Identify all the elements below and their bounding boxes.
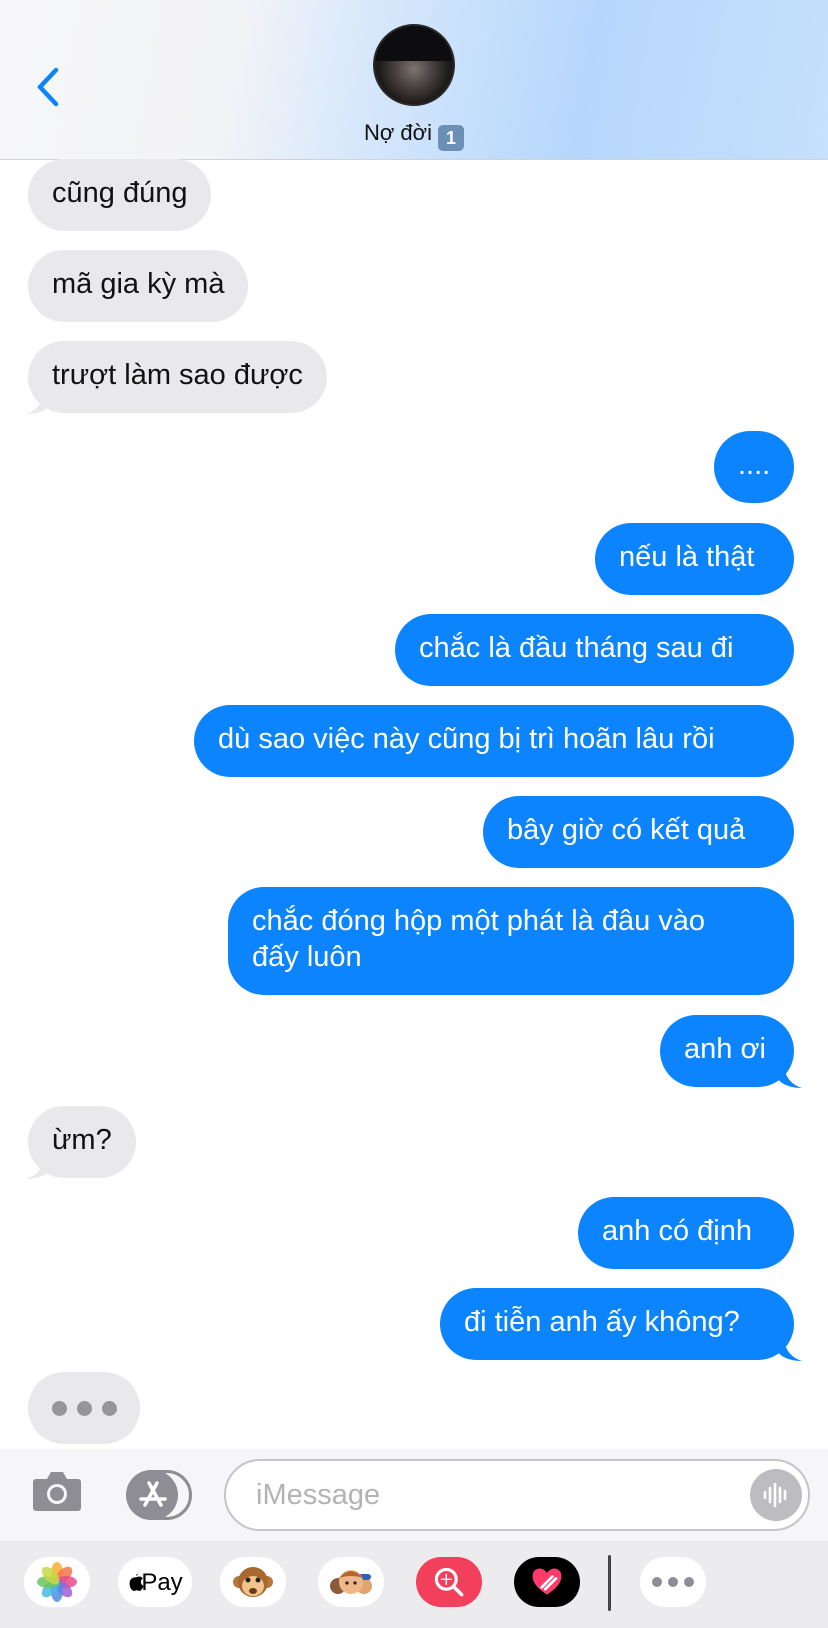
message-bubble-incoming[interactable]: trượt làm sao được [28, 341, 327, 413]
message-text: anh ơi [684, 1033, 766, 1065]
audio-waveform-icon [763, 1482, 787, 1508]
message-text: trượt làm sao được [52, 359, 303, 391]
message-input[interactable]: iMessage [224, 1459, 810, 1531]
compose-bar: iMessage [0, 1449, 828, 1541]
photos-icon [37, 1562, 77, 1602]
more-apps-button[interactable] [640, 1557, 706, 1607]
apple-pay-app-button[interactable]: Pay [118, 1557, 192, 1607]
photos-app-button[interactable] [24, 1557, 90, 1607]
chevron-left-icon [37, 67, 59, 107]
apple-pay-label: Pay [141, 1569, 183, 1596]
bubble-tail-outgoing [778, 1063, 802, 1088]
message-bubble-incoming[interactable]: mã gia kỳ mà [28, 250, 249, 322]
bubble-tail-incoming [26, 1154, 50, 1179]
message-bubble-outgoing[interactable]: .... [714, 431, 794, 503]
message-text: đi tiễn anh ấy không? [464, 1306, 740, 1338]
message-bubble-outgoing[interactable]: anh ơi [660, 1015, 794, 1087]
contact-avatar[interactable] [373, 24, 455, 106]
message-thread: cũng đúng mã gia kỳ mà trượt làm sao đượ… [0, 159, 828, 1449]
message-bubble-incoming[interactable]: cũng đúng [28, 159, 212, 231]
message-bubble-outgoing[interactable]: chắc đóng hộp một phát là đâu vào đấy lu… [228, 887, 794, 995]
contact-badge: 1 [437, 125, 464, 151]
message-bubble-outgoing[interactable]: anh có định [578, 1197, 794, 1269]
animoji-monkey-icon [233, 1567, 273, 1597]
bubble-tail-incoming [26, 389, 50, 414]
message-text: bây giờ có kết quả [507, 814, 746, 846]
message-text: nếu là thật [619, 541, 755, 573]
camera-icon [33, 1472, 81, 1511]
imessage-app-drawer: Pay [0, 1541, 828, 1628]
message-text: ừm? [52, 1124, 112, 1156]
digital-touch-app-button[interactable] [514, 1557, 580, 1607]
contact-name-text: Nợ đời [364, 120, 432, 145]
conversation-header: Nợ đời 1 [0, 0, 828, 160]
message-text: dù sao việc này cũng bị trì hoãn lâu rồi [218, 723, 715, 755]
contact-name[interactable]: Nợ đời 1 [0, 120, 828, 151]
app-store-button[interactable] [126, 1470, 192, 1520]
app-store-icon [139, 1481, 167, 1507]
animoji-app-button[interactable] [220, 1557, 286, 1607]
memoji-icon [330, 1570, 372, 1594]
message-text: mã gia kỳ mà [52, 268, 225, 300]
message-input-placeholder: iMessage [256, 1479, 381, 1511]
message-text: .... [738, 449, 771, 481]
message-bubble-outgoing[interactable]: nếu là thật [595, 523, 794, 595]
camera-button[interactable] [32, 1469, 82, 1513]
message-text: anh có định [602, 1215, 752, 1247]
digital-touch-icon [532, 1568, 562, 1595]
back-button[interactable] [30, 62, 70, 112]
message-text-line-2: đấy luôn [252, 941, 362, 973]
image-search-app-button[interactable] [416, 1557, 482, 1607]
memoji-app-button[interactable] [318, 1557, 384, 1607]
more-apps-icon [652, 1577, 694, 1587]
message-bubble-outgoing[interactable]: bây giờ có kết quả [483, 796, 794, 868]
message-text: chắc là đầu tháng sau đi [419, 632, 734, 664]
bubble-tail-outgoing [778, 1336, 802, 1361]
typing-dot [77, 1401, 92, 1416]
drawer-divider [608, 1555, 611, 1611]
typing-indicator [28, 1372, 140, 1444]
typing-dot [52, 1401, 67, 1416]
typing-dot [102, 1401, 117, 1416]
message-bubble-outgoing[interactable]: chắc là đầu tháng sau đi [395, 614, 794, 686]
message-bubble-outgoing[interactable]: dù sao việc này cũng bị trì hoãn lâu rồi [194, 705, 794, 777]
audio-message-button[interactable] [750, 1469, 802, 1521]
message-bubble-outgoing[interactable]: đi tiễn anh ấy không? [440, 1288, 794, 1360]
message-text-line-1: chắc đóng hộp một phát là đâu vào [252, 905, 706, 937]
message-text: cũng đúng [52, 177, 188, 209]
image-search-icon [434, 1567, 464, 1597]
